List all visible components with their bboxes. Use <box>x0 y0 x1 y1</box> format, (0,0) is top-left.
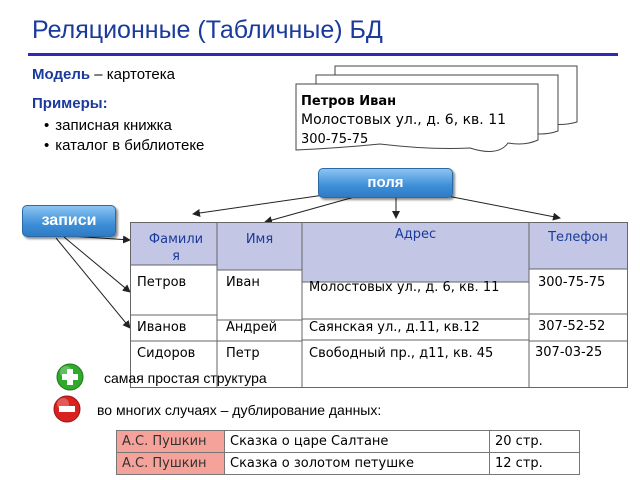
cell-address: Молостовых ул., д. 6, кв. 11 <box>309 280 500 295</box>
minus-icon <box>53 395 81 423</box>
column-header-name: Имя <box>245 232 274 247</box>
minus-note: во многих случаях – дублирование данных: <box>97 402 382 418</box>
duplication-table: А.С. Пушкин Сказка о царе Салтане 20 стр… <box>116 430 580 475</box>
book-author: А.С. Пушкин <box>116 452 225 475</box>
book-pages: 20 стр. <box>489 430 580 453</box>
plus-note: самая простая структура <box>104 370 267 386</box>
relational-table: Фамили я Имя Адрес Телефон Петров Иван М… <box>130 222 628 388</box>
book-title: Сказка о золотом петушке <box>224 452 490 475</box>
cell-name: Петр <box>226 346 260 361</box>
table-row: А.С. Пушкин Сказка о царе Салтане 20 стр… <box>116 430 580 453</box>
book-pages: 12 стр. <box>489 452 580 475</box>
cell-surname: Сидоров <box>137 346 196 361</box>
column-header-surname: Фамили я <box>148 232 204 264</box>
cell-phone: 300-75-75 <box>538 275 606 290</box>
cell-address: Саянская ул., д.11, кв.12 <box>309 320 480 335</box>
table-row: А.С. Пушкин Сказка о золотом петушке 12 … <box>116 452 580 475</box>
fields-label: поля <box>318 168 453 198</box>
book-author: А.С. Пушкин <box>116 430 225 453</box>
column-header-phone: Телефон <box>548 230 608 245</box>
book-title: Сказка о царе Салтане <box>224 430 490 453</box>
cell-name: Иван <box>226 275 260 290</box>
cell-name: Андрей <box>226 320 278 335</box>
cell-address: Свободный пр., д11, кв. 45 <box>309 346 494 361</box>
cell-surname: Петров <box>137 275 187 290</box>
column-header-address: Адрес <box>394 227 437 242</box>
cell-surname: Иванов <box>137 320 187 335</box>
records-label: записи <box>22 205 116 237</box>
plus-icon <box>56 363 84 391</box>
cell-phone: 307-03-25 <box>535 345 603 360</box>
cell-phone: 307-52-52 <box>538 319 606 334</box>
